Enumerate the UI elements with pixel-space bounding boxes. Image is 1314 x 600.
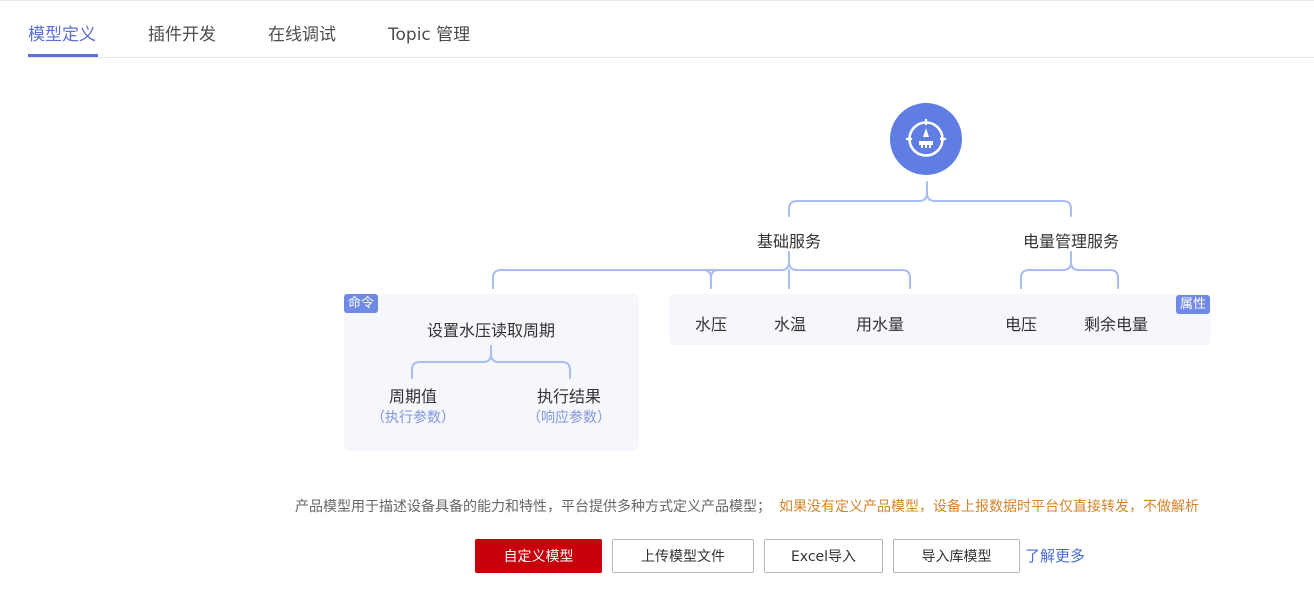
property-water-usage: 用水量 [855, 315, 905, 334]
command-tag: 命令 [344, 294, 379, 313]
param-period-value-type: （执行参数） [371, 410, 455, 426]
custom-model-button[interactable]: 自定义模型 [475, 539, 602, 573]
model-description: 产品模型用于描述设备具备的能力和特性，平台提供多种方式定义产品模型； 如果没有定义… [295, 496, 1199, 516]
property-remaining-power: 剩余电量 [1083, 315, 1149, 334]
model-diagram: 基础服务 电量管理服务 水压 水温 用水量 电压 剩余电量 设置水压读取周期 周… [0, 0, 1314, 470]
excel-import-button[interactable]: Excel导入 [764, 539, 883, 573]
property-tag: 属性 [1176, 295, 1211, 314]
command-label: 设置水压读取周期 [426, 321, 556, 340]
param-period-value: 周期值 [388, 387, 438, 406]
property-voltage: 电压 [1004, 315, 1038, 334]
learn-more-link[interactable]: 了解更多 [1025, 545, 1085, 566]
param-execution-result: 执行结果 [536, 387, 602, 406]
upload-model-file-button[interactable]: 上传模型文件 [612, 539, 754, 573]
service-basic: 基础服务 [756, 232, 822, 251]
property-water-pressure: 水压 [694, 315, 728, 334]
description-text: 产品模型用于描述设备具备的能力和特性，平台提供多种方式定义产品模型； [295, 499, 771, 515]
gauge-icon [890, 103, 962, 175]
description-warning: 如果没有定义产品模型，设备上报数据时平台仅直接转发，不做解析 [779, 499, 1199, 515]
import-library-model-button[interactable]: 导入库模型 [893, 539, 1020, 573]
property-water-temperature: 水温 [773, 315, 807, 334]
param-execution-result-type: （响应参数） [527, 410, 611, 426]
service-power-management: 电量管理服务 [1022, 232, 1120, 251]
